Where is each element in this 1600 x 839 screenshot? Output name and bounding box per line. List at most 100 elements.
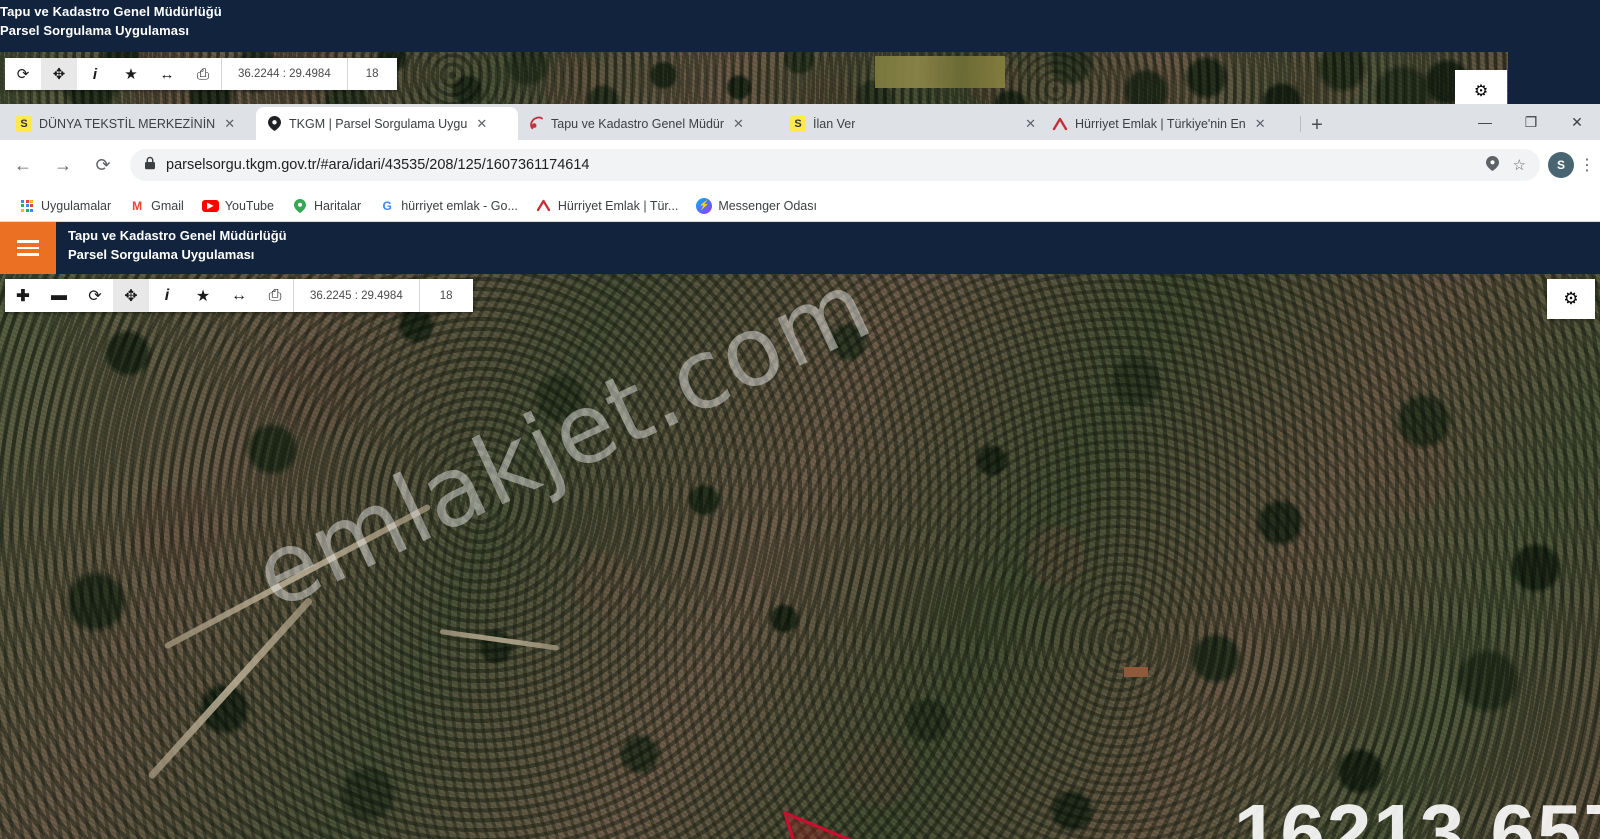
sahibinden-s-icon: S (16, 115, 32, 132)
tab-close-icon[interactable]: ✕ (476, 116, 487, 132)
chrome-browser-window: S DÜNYA TEKSTİL MERKEZİNİN ✕ TKGM | Pars… (0, 104, 1600, 839)
bookmark-label: Hürriyet Emlak | Tür... (557, 198, 679, 213)
background-map-toolbar[interactable]: ⟳ ✥ i ★ ↔ ⎙ 36.2244 : 29.4984 18 (5, 58, 397, 90)
location-icon[interactable] (1485, 155, 1499, 175)
background-app-title-line2: Parsel Sorgulama Uygulaması (0, 23, 190, 38)
bookmark-youtube[interactable]: ▶ YouTube (195, 196, 281, 216)
map-canvas[interactable]: emlakjet.com 16213 657 208/125 Yandex Ya… (0, 274, 1600, 839)
info-icon[interactable]: i (149, 279, 185, 312)
favorite-star-icon[interactable]: ★ (185, 279, 221, 312)
screenshot-root: Tapu ve Kadastro Genel Müdürlüğü Parsel … (0, 0, 1600, 839)
app-header: Tapu ve Kadastro Genel Müdürlüğü Parsel … (0, 222, 1600, 274)
tab-label: Tapu ve Kadastro Genel Müdür (551, 116, 725, 131)
tab-tapu-kadastro[interactable]: Tapu ve Kadastro Genel Müdür ✕ (518, 107, 781, 140)
map-pin-icon (266, 116, 282, 132)
background-print-icon[interactable]: ⎙ (185, 58, 221, 90)
tab-close-icon[interactable]: ✕ (733, 116, 744, 132)
new-tab-button[interactable]: + (1300, 110, 1334, 140)
map-settings-gear-icon[interactable]: ⚙ (1547, 279, 1595, 319)
bookmark-label: Uygulamalar (41, 198, 112, 213)
forward-button[interactable]: → (46, 148, 80, 182)
bookmark-label: Gmail (151, 198, 184, 213)
background-app-header: Tapu ve Kadastro Genel Müdürlüğü Parsel … (0, 0, 1508, 52)
omnibox-action-icons: ☆ (1485, 155, 1526, 175)
bookmark-star-icon[interactable]: ☆ (1513, 156, 1526, 174)
listing-id-watermark: 16213 657 (1233, 788, 1600, 839)
maximize-button[interactable]: ❐ (1508, 104, 1554, 140)
bookmark-label: Messenger Odası (718, 198, 817, 213)
measure-icon[interactable]: ↔ (221, 279, 257, 312)
bookmark-label: Haritalar (313, 198, 362, 213)
pan-icon[interactable]: ✥ (113, 279, 149, 312)
background-pan-icon[interactable]: ✥ (41, 58, 77, 90)
refresh-icon[interactable]: ⟳ (77, 279, 113, 312)
background-zoom-readout: 18 (365, 68, 379, 80)
bookmark-uygulamalar[interactable]: Uygulamalar (12, 195, 118, 217)
coordinates-readout: 36.2245 : 29.4984 (310, 289, 403, 302)
tab-ilan-ver[interactable]: S İlan Ver ✕ (780, 107, 1043, 140)
zoom-level-readout: 18 (439, 289, 453, 302)
lock-icon (144, 156, 156, 174)
bookmark-label: YouTube (224, 198, 274, 213)
parcel-polygon[interactable] (783, 801, 898, 839)
tkgm-parsel-sorgulama-app: Tapu ve Kadastro Genel Müdürlüğü Parsel … (0, 222, 1600, 839)
bookmark-messenger-odasi[interactable]: ⚡ Messenger Odası (689, 195, 824, 217)
maps-pin-icon (292, 198, 308, 214)
zoom-in-icon[interactable]: ✚ (5, 279, 41, 312)
chrome-menu-icon[interactable]: ⋮ (1574, 155, 1600, 175)
app-title-line2: Parsel Sorgulama Uygulaması (68, 247, 255, 262)
zoom-out-icon[interactable]: ▬ (41, 279, 77, 312)
minimize-button[interactable]: — (1462, 104, 1508, 140)
hamburger-menu-icon[interactable] (0, 222, 56, 274)
gmail-icon: M (132, 198, 143, 213)
background-coordinates-readout: 36.2244 : 29.4984 (238, 68, 331, 80)
bookmark-gmail[interactable]: M Gmail (122, 195, 191, 217)
back-button[interactable]: ← (6, 148, 40, 182)
url-text[interactable]: parselsorgu.tkgm.gov.tr/#ara/idari/43535… (166, 157, 590, 173)
tab-dunya-tekstil[interactable]: S DÜNYA TEKSTİL MERKEZİNİN ✕ (6, 107, 257, 140)
tab-label: TKGM | Parsel Sorgulama Uygu (289, 116, 468, 131)
tab-list: S DÜNYA TEKSTİL MERKEZİNİN ✕ TKGM | Pars… (6, 106, 1334, 140)
background-field-patch (875, 56, 1005, 88)
sahibinden-s-icon: S (790, 115, 806, 132)
avatar[interactable]: S (1548, 152, 1574, 178)
close-window-button[interactable]: ✕ (1554, 104, 1600, 140)
map-toolbar[interactable]: ✚ ▬ ⟳ ✥ i ★ ↔ ⎙ 36.2245 : 29.4984 18 (5, 279, 473, 312)
hurriyet-chevron-icon (1052, 116, 1068, 132)
tab-label: DÜNYA TEKSTİL MERKEZİNİN (39, 116, 216, 131)
bookmark-haritalar[interactable]: Haritalar (285, 195, 368, 217)
bookmark-hurriyet-emlak[interactable]: Hürriyet Emlak | Tür... (529, 195, 685, 217)
tab-divider (1300, 116, 1301, 132)
app-title-line1: Tapu ve Kadastro Genel Müdürlüğü (68, 228, 287, 243)
tab-label: Hürriyet Emlak | Türkiye'nin En (1075, 116, 1246, 131)
background-refresh-icon[interactable]: ⟳ (5, 58, 41, 90)
omnibox-toolbar: ← → ⟳ parselsorgu.tkgm.gov.tr/#ara/idari… (0, 140, 1600, 190)
window-controls: — ❐ ✕ (1462, 104, 1600, 140)
bookmarks-bar: Uygulamalar M Gmail ▶ YouTube Haritalar … (0, 190, 1600, 222)
building-small-east (1124, 667, 1148, 677)
reload-button[interactable]: ⟳ (86, 148, 120, 182)
tab-strip: S DÜNYA TEKSTİL MERKEZİNİN ✕ TKGM | Pars… (0, 104, 1600, 140)
messenger-icon: ⚡ (696, 197, 713, 214)
background-info-icon[interactable]: i (77, 58, 113, 90)
hurriyet-chevron-icon (536, 198, 552, 214)
tab-close-icon[interactable]: ✕ (1025, 116, 1036, 132)
tab-tkgm-parsel-sorgulama[interactable]: TKGM | Parsel Sorgulama Uygu ✕ (256, 107, 518, 140)
tab-hurriyet-emlak[interactable]: Hürriyet Emlak | Türkiye'nin En ✕ (1042, 107, 1301, 140)
google-g-icon: G (382, 198, 392, 213)
print-icon[interactable]: ⎙ (257, 279, 293, 312)
background-window: Tapu ve Kadastro Genel Müdürlüğü Parsel … (0, 0, 1508, 110)
tab-close-icon[interactable]: ✕ (224, 116, 235, 132)
background-favorite-icon[interactable]: ★ (113, 58, 149, 90)
satellite-imagery (0, 274, 1600, 839)
tab-label: İlan Ver (813, 116, 856, 131)
tab-close-icon[interactable]: ✕ (1255, 116, 1266, 132)
youtube-icon: ▶ (201, 199, 219, 212)
bookmark-label: hürriyet emlak - Go... (401, 198, 518, 213)
bookmark-hurriyet-emlak-google[interactable]: G hürriyet emlak - Go... (372, 195, 525, 217)
background-app-title-line1: Tapu ve Kadastro Genel Müdürlüğü (0, 4, 222, 19)
background-measure-icon[interactable]: ↔ (149, 58, 185, 90)
eclipse-icon (528, 116, 544, 132)
address-bar[interactable]: parselsorgu.tkgm.gov.tr/#ara/idari/43535… (130, 149, 1540, 181)
apps-grid-icon (19, 198, 35, 214)
